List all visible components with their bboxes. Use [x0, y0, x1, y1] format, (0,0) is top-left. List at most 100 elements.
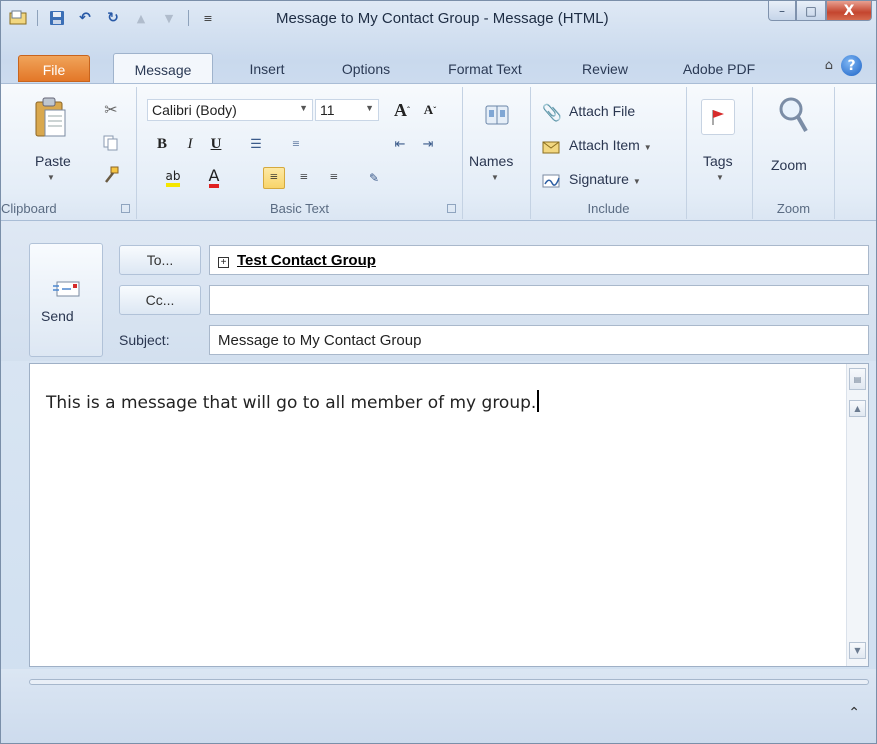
scroll-down-icon[interactable]: ▼ [849, 642, 866, 659]
tab-message[interactable]: Message [113, 53, 213, 84]
cc-button[interactable]: Cc... [119, 285, 201, 315]
italic-button[interactable]: I [179, 133, 201, 155]
group-basic-text: Calibri (Body) ▼ 11 ▼ Aˆ Aˇ B I U ☰ ≡ ⇤ … [137, 87, 463, 219]
font-size-value: 11 [320, 102, 335, 118]
close-button[interactable]: X [826, 1, 872, 21]
highlight-icon[interactable]: ab [159, 167, 187, 189]
send-label: Send [41, 308, 74, 324]
group-tags: Tags ▼ [687, 87, 753, 219]
tab-format-text[interactable]: Format Text [433, 53, 537, 83]
tags-dropdown-icon[interactable]: ▼ [716, 173, 724, 182]
bullets-icon[interactable]: ☰ [245, 133, 267, 155]
help-area: ⌂ ? [825, 55, 862, 76]
previous-item-icon[interactable]: ▲ [132, 9, 150, 27]
body-text-line[interactable]: This is a message that will go to all me… [46, 390, 540, 413]
flag-icon[interactable] [701, 99, 735, 135]
clipboard-launcher-icon[interactable] [121, 204, 130, 213]
zoom-button[interactable]: Zoom [771, 157, 807, 173]
chevron-up-icon[interactable]: ⌃ [848, 705, 860, 721]
decrease-indent-icon[interactable]: ⇤ [389, 133, 411, 155]
styles-icon[interactable]: ✎ [363, 167, 385, 189]
signature-label: Signature [569, 171, 629, 187]
send-envelope-icon [52, 278, 82, 300]
paste-label[interactable]: Paste [35, 153, 71, 169]
zoom-group-label: Zoom [776, 201, 811, 216]
customize-toolbar-icon[interactable]: ≡ [199, 9, 217, 27]
tab-file[interactable]: File [18, 55, 90, 82]
cc-field[interactable] [209, 285, 869, 315]
paperclip-icon: 📎 [542, 102, 562, 122]
group-names: Names ▼ [463, 87, 531, 219]
names-dropdown-icon[interactable]: ▼ [491, 173, 499, 182]
subject-label: Subject: [119, 332, 170, 348]
basic-text-launcher-icon[interactable] [447, 204, 456, 213]
separator [188, 10, 189, 26]
tab-adobe-pdf[interactable]: Adobe PDF [667, 53, 771, 83]
attach-file-button[interactable]: Attach File [569, 103, 635, 119]
chevron-down-icon: ▼ [632, 177, 641, 186]
vertical-scrollbar[interactable]: ▤ ▲ ▼ [846, 364, 868, 666]
grow-font-icon[interactable]: Aˆ [391, 99, 413, 121]
tags-button[interactable]: Tags [703, 153, 733, 169]
maximize-button[interactable]: □ [796, 1, 826, 21]
font-color-icon[interactable]: A [203, 167, 225, 189]
copy-icon[interactable] [101, 133, 121, 153]
window-title: Message to My Contact Group - Message (H… [276, 10, 609, 27]
expand-group-icon[interactable]: + [218, 257, 229, 268]
paste-dropdown-icon[interactable]: ▼ [47, 173, 55, 182]
people-pane-splitter[interactable] [29, 679, 869, 685]
chevron-down-icon: ▼ [365, 103, 374, 113]
group-include: 📎 Attach File Attach Item ▼ Signature ▼ … [531, 87, 687, 219]
tab-insert[interactable]: Insert [227, 53, 307, 83]
window-controls: – □ X [768, 1, 872, 21]
save-icon[interactable] [48, 9, 66, 27]
minimize-ribbon-icon[interactable]: ⌂ [825, 58, 833, 73]
outlook-app-icon[interactable] [9, 9, 27, 27]
font-name-combo[interactable]: Calibri (Body) ▼ [147, 99, 313, 121]
align-right-icon[interactable]: ≡ [323, 167, 345, 189]
shrink-font-icon[interactable]: Aˇ [419, 99, 441, 121]
names-button[interactable]: Names [469, 153, 513, 169]
bold-button[interactable]: B [151, 133, 173, 155]
minimize-button[interactable]: – [768, 1, 796, 21]
body-text: This is a message that will go to all me… [46, 393, 537, 413]
format-painter-icon[interactable] [101, 165, 121, 185]
send-button[interactable]: Send [29, 243, 103, 357]
cut-icon[interactable]: ✂ [101, 99, 121, 119]
message-body[interactable]: This is a message that will go to all me… [29, 363, 869, 667]
tab-options[interactable]: Options [323, 53, 409, 83]
people-pane-bar: ⌃ [1, 669, 876, 743]
ribbon: Paste ▼ ✂ Clipboard Calibri (Body) ▼ 11 … [1, 83, 876, 221]
to-field[interactable]: + Test Contact Group [209, 245, 869, 275]
to-recipient[interactable]: Test Contact Group [237, 252, 376, 269]
numbering-icon[interactable]: ≡ [285, 133, 307, 155]
next-item-icon[interactable]: ▼ [160, 9, 178, 27]
undo-icon[interactable]: ↶ [76, 9, 94, 27]
group-clipboard: Paste ▼ ✂ Clipboard [1, 87, 137, 219]
underline-button[interactable]: U [205, 133, 227, 155]
align-center-icon[interactable]: ≡ [293, 167, 315, 189]
magnifier-icon[interactable] [775, 95, 811, 135]
message-header: Send To... Cc... Subject: + Test Contact … [1, 221, 876, 361]
subject-field[interactable]: Message to My Contact Group [209, 325, 869, 355]
increase-indent-icon[interactable]: ⇥ [417, 133, 439, 155]
include-group-label: Include [587, 201, 630, 216]
help-icon[interactable]: ? [841, 55, 862, 76]
align-left-icon[interactable]: ≡ [263, 167, 285, 189]
attach-item-label: Attach Item [569, 137, 640, 153]
signature-button[interactable]: Signature ▼ [569, 171, 641, 187]
paste-icon[interactable] [31, 95, 71, 143]
scroll-up-icon[interactable]: ▲ [849, 400, 866, 417]
signature-icon [541, 171, 563, 189]
clipboard-group-label: Clipboard [1, 201, 57, 216]
redo-icon[interactable]: ↻ [104, 9, 122, 27]
address-book-icon[interactable] [481, 99, 513, 131]
tab-review[interactable]: Review [565, 53, 645, 83]
ruler-toggle-icon[interactable]: ▤ [849, 368, 866, 390]
outlook-message-window: ↶ ↻ ▲ ▼ ≡ Message to My Contact Group - … [0, 0, 877, 744]
to-button[interactable]: To... [119, 245, 201, 275]
attach-item-icon [541, 137, 563, 155]
font-size-combo[interactable]: 11 ▼ [315, 99, 379, 121]
basic-text-group-label: Basic Text [269, 201, 329, 216]
attach-item-button[interactable]: Attach Item ▼ [569, 137, 652, 153]
